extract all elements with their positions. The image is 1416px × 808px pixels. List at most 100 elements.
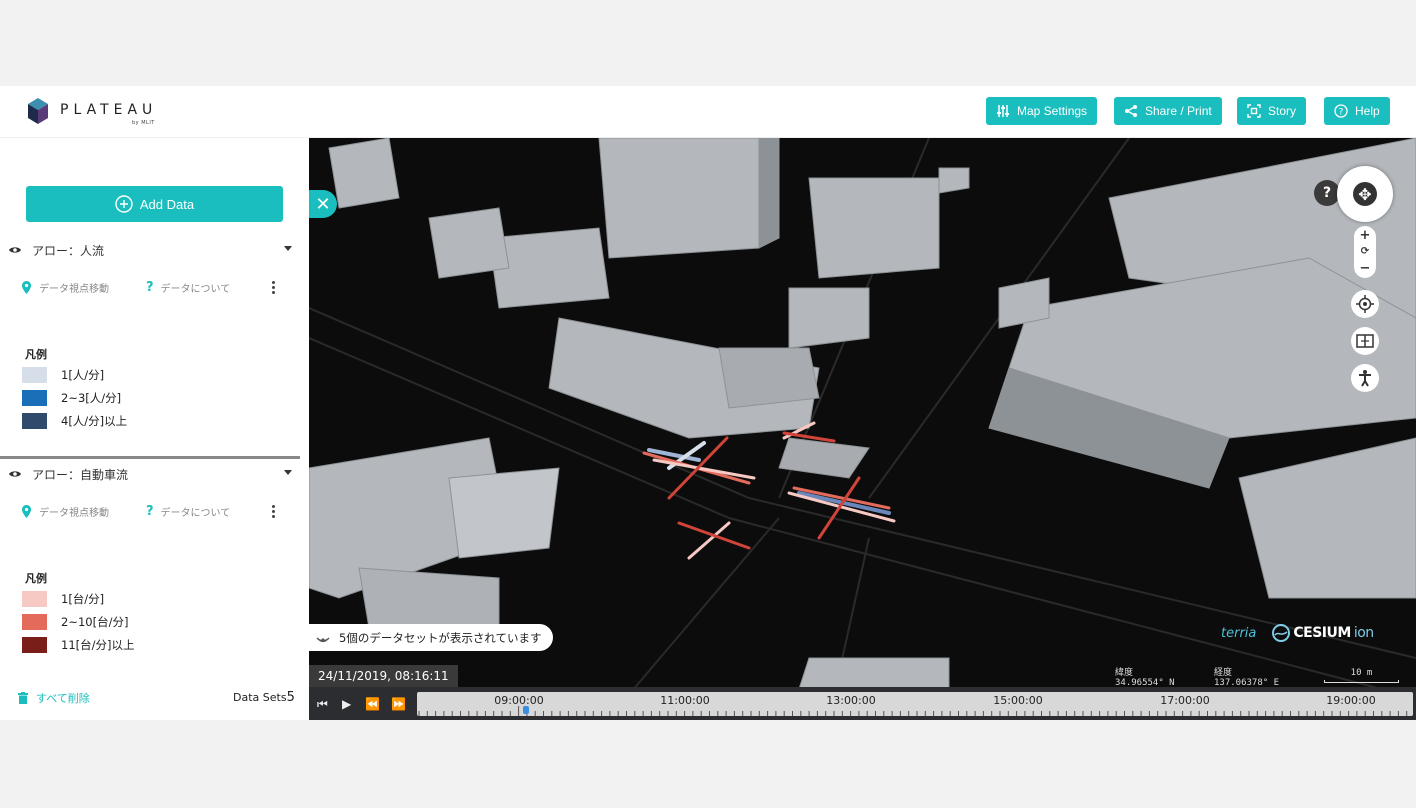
tick-label: 15:00:00 (993, 694, 1043, 707)
chevron-down-icon[interactable] (284, 246, 292, 251)
step-back-icon[interactable]: ⏪ (365, 697, 380, 711)
layer-title: アロー：自動車流 (32, 467, 129, 482)
notice-text: 5個のデータセットが表示されています (339, 630, 542, 645)
legend-item: 1[台/分] (22, 590, 104, 608)
about-data-button[interactable]: ? データについて (146, 280, 230, 295)
timeline-track[interactable]: 09:00:00 11:00:00 13:00:00 15:00:00 17:0… (417, 692, 1413, 716)
step-forward-icon[interactable]: ⏩ (391, 697, 406, 711)
brand-subtitle: by MLIT (132, 120, 155, 126)
add-data-button[interactable]: Add Data (26, 186, 283, 222)
add-data-label: Add Data (139, 196, 195, 212)
reset-view-icon[interactable]: ⟳ (1361, 246, 1369, 257)
layer-divider (0, 456, 300, 459)
legend-swatch (22, 367, 47, 383)
plus-circle-icon (115, 195, 133, 213)
legend-label: 11[台/分]以上 (61, 638, 135, 652)
longitude-label: 経度 (1214, 668, 1233, 678)
plateau-logo[interactable]: PLATEAU by MLIT (26, 96, 186, 128)
play-icon[interactable]: ▶ (342, 697, 351, 711)
plateau-cube-icon (28, 98, 48, 124)
legend-label: 2~10[台/分] (61, 615, 129, 629)
question-icon: ? (1322, 185, 1332, 201)
legend-item: 11[台/分]以上 (22, 636, 134, 654)
tick-label: 13:00:00 (826, 694, 876, 707)
map-credits[interactable]: terria CESIUM ion (1221, 624, 1374, 642)
terria-logo[interactable]: terria (1221, 626, 1256, 641)
map-settings-button[interactable]: Map Settings (986, 97, 1098, 125)
more-options-icon[interactable] (272, 281, 276, 296)
scale-line (1324, 680, 1399, 683)
help-button[interactable]: ? Help (1324, 97, 1390, 125)
datasets-number: 5 (286, 690, 295, 705)
workbench-sidebar: Add Data アロー：人流 データ視点移動 ? データについて 凡例 1[人… (0, 138, 309, 720)
layer-header[interactable]: アロー：自動車流 (8, 464, 298, 484)
timeline-cursor[interactable] (523, 706, 529, 714)
zoom-to-data-button[interactable]: データ視点移動 (22, 504, 109, 519)
accessibility-icon (1359, 370, 1371, 387)
datasets-label: Data Sets (233, 691, 287, 704)
legend-label: 2~3[人/分] (61, 391, 122, 405)
ion-text: ion (1353, 625, 1374, 641)
remove-all-button[interactable]: すべて削除 (18, 690, 90, 706)
timeline: ⏮ ▶ ⏪ ⏩ 09:00:00 11:00:00 13:00:00 15:00… (309, 687, 1416, 720)
zoom-to-data-label: データ視点移動 (39, 284, 109, 295)
map-pin-icon (22, 281, 31, 294)
close-workbench-button[interactable]: ✕ (309, 190, 337, 218)
compare-icon (1356, 334, 1374, 348)
legend-title: 凡例 (25, 348, 47, 361)
more-options-icon[interactable] (272, 505, 276, 520)
story-icon (1247, 104, 1261, 118)
story-label: Story (1268, 104, 1297, 118)
crosshair-icon (1356, 295, 1374, 313)
legend-swatch (22, 614, 47, 630)
layer-header[interactable]: アロー：人流 (8, 240, 298, 260)
tick-label: 09:00:00 (494, 694, 544, 707)
story-button[interactable]: Story (1237, 97, 1307, 125)
layer-actions: データ視点移動 ? データについて (22, 280, 292, 298)
about-data-button[interactable]: ? データについて (146, 504, 230, 519)
map-settings-label: Map Settings (1017, 104, 1088, 118)
trash-icon (18, 692, 28, 704)
legend-swatch (22, 637, 47, 653)
skip-to-start-icon[interactable]: ⏮ (317, 697, 328, 712)
map-viewer[interactable]: ✕ ? ✥ + ⟳ − terria CESIUM ion 5個のデータセットが… (309, 138, 1416, 720)
share-icon (1125, 105, 1137, 117)
legend-item: 1[人/分] (22, 366, 104, 384)
zoom-to-data-button[interactable]: データ視点移動 (22, 280, 109, 295)
zoom-out-icon[interactable]: − (1360, 261, 1371, 276)
legend-swatch (22, 413, 47, 429)
legend-swatch (22, 390, 47, 406)
tick-label: 17:00:00 (1160, 694, 1210, 707)
datasets-notice[interactable]: 5個のデータセットが表示されています (309, 624, 554, 651)
map-pin-icon (22, 505, 31, 518)
zoom-to-data-label: データ視点移動 (39, 508, 109, 519)
legend-item: 2~3[人/分] (22, 389, 121, 407)
eye-icon[interactable] (8, 245, 22, 255)
share-print-button[interactable]: Share / Print (1114, 97, 1222, 125)
legend-label: 4[人/分]以上 (61, 414, 128, 428)
zoom-control: + ⟳ − (1354, 226, 1376, 278)
split-screen-button[interactable] (1351, 327, 1379, 355)
compass[interactable]: ✥ (1337, 166, 1393, 222)
layer-title: アロー：人流 (32, 243, 105, 258)
tick-label: 19:00:00 (1326, 694, 1376, 707)
cesium-logo[interactable]: CESIUM ion (1293, 625, 1374, 641)
close-icon: ✕ (315, 193, 331, 215)
app-window: PLATEAU by MLIT Map Settings Share / Pri… (0, 86, 1416, 720)
brand-name: PLATEAU (60, 102, 158, 118)
timeline-ticks (418, 706, 1408, 716)
help-label: Help (1355, 104, 1380, 118)
legend-label: 1[人/分] (61, 368, 105, 382)
remove-all-label: すべて削除 (36, 692, 90, 705)
question-icon: ? (146, 280, 154, 295)
my-location-button[interactable] (1351, 290, 1379, 318)
svg-text:?: ? (1339, 108, 1344, 118)
zoom-in-icon[interactable]: + (1360, 228, 1371, 243)
chevron-down-icon[interactable] (284, 470, 292, 475)
legend-item: 4[人/分]以上 (22, 412, 127, 430)
accessibility-button[interactable] (1351, 364, 1379, 392)
legend-label: 1[台/分] (61, 592, 105, 606)
layer-actions: データ視点移動 ? データについて (22, 504, 292, 522)
eye-icon[interactable] (8, 469, 22, 479)
scale-bar: 10 m (1324, 668, 1399, 683)
